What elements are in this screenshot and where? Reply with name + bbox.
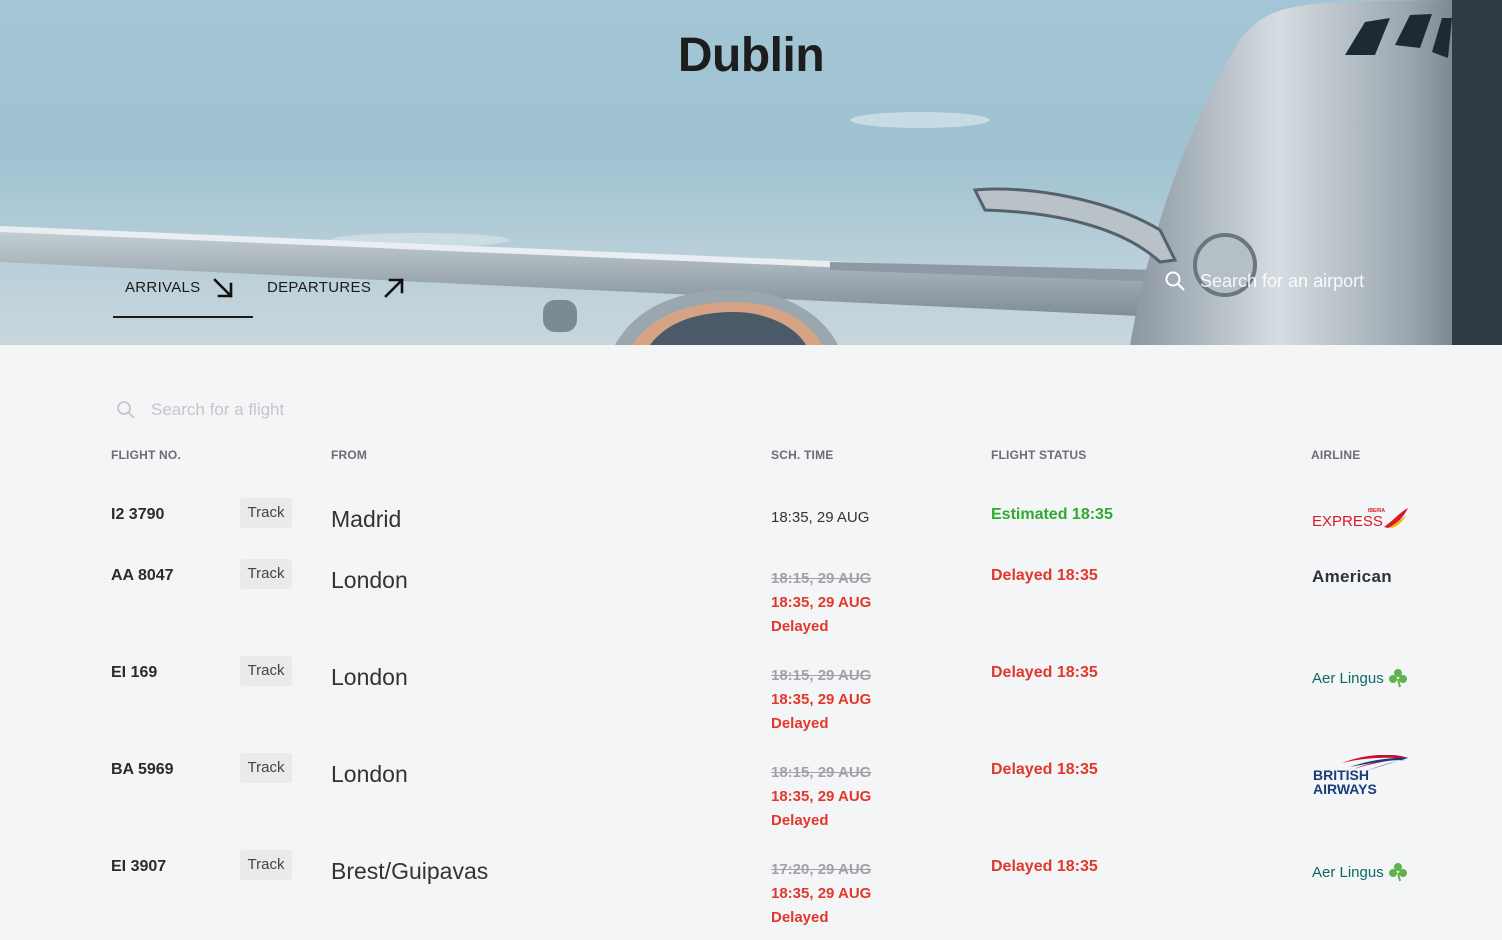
origin-city: Brest/Guipavas — [331, 858, 489, 884]
scheduled-time: 17:20, 29 AUG 18:35, 29 AUG Delayed — [771, 858, 871, 930]
airline-subname: AIRWAYS — [1313, 781, 1377, 797]
flight-search-input[interactable] — [151, 400, 491, 420]
aer-lingus-logo: Aer Lingus — [1312, 858, 1408, 886]
new-time: 18:35, 29 AUG — [771, 691, 872, 708]
new-time: 18:35, 29 AUG — [771, 788, 872, 805]
origin-city: London — [331, 761, 408, 787]
delay-note: Delayed — [771, 909, 829, 926]
airline-subname: IBERIA — [1368, 508, 1385, 514]
column-header-airline: AIRLINE — [1311, 448, 1361, 462]
scheduled-time: 18:15, 29 AUG 18:35, 29 AUG Delayed — [771, 664, 871, 736]
original-time: 17:20, 29 AUG — [771, 861, 872, 878]
tab-arrivals[interactable]: ARRIVALS — [113, 276, 253, 318]
hero-banner: Dublin ARRIVALS DEPARTURES — [0, 0, 1502, 345]
track-button[interactable]: Track — [240, 753, 292, 783]
flight-search[interactable] — [116, 396, 516, 424]
new-time: 18:35, 29 AUG — [771, 594, 872, 611]
flight-status: Delayed 18:35 — [991, 761, 1098, 778]
column-header-flight-status: FLIGHT STATUS — [991, 448, 1087, 462]
column-header-from: FROM — [331, 448, 368, 462]
search-icon — [1165, 271, 1185, 291]
shamrock-icon — [1388, 863, 1407, 882]
airport-search-input[interactable] — [1200, 270, 1440, 292]
flight-status: Delayed 18:35 — [991, 664, 1098, 681]
original-time: 18:15, 29 AUG — [771, 764, 872, 781]
column-header-sch-time: SCH. TIME — [771, 448, 834, 462]
track-button[interactable]: Track — [240, 656, 292, 686]
airline-name: Aer Lingus — [1312, 669, 1384, 687]
scheduled-time: 18:35, 29 AUG — [771, 506, 869, 530]
track-button[interactable]: Track — [240, 559, 292, 589]
arrow-down-right-icon — [213, 278, 234, 298]
american-logo: American — [1312, 567, 1392, 595]
airline-name: EXPRESS — [1312, 513, 1383, 530]
british-airways-logo: BRITISH AIRWAYS — [1312, 754, 1412, 797]
flight-number: EI 169 — [111, 664, 158, 681]
original-time: 18:15, 29 AUG — [771, 570, 872, 587]
flight-status: Estimated 18:35 — [991, 506, 1113, 523]
tab-departures[interactable]: DEPARTURES — [267, 276, 405, 318]
origin-city: Madrid — [331, 506, 402, 532]
iberia-express-logo: EXPRESS IBERIA — [1312, 506, 1412, 534]
delay-note: Delayed — [771, 812, 829, 829]
flight-number: I2 3790 — [111, 506, 165, 523]
new-time: 18:35, 29 AUG — [771, 885, 872, 902]
track-button[interactable]: Track — [240, 850, 292, 880]
arrow-up-right-icon — [384, 278, 404, 298]
scheduled-time: 18:15, 29 AUG 18:35, 29 AUG Delayed — [771, 761, 871, 833]
airport-search[interactable] — [1164, 268, 1464, 294]
tab-departures-label: DEPARTURES — [267, 279, 372, 296]
flight-number: AA 8047 — [111, 567, 174, 584]
airline-name: American — [1312, 567, 1392, 586]
tab-arrivals-label: ARRIVALS — [125, 279, 201, 296]
airline-name: Aer Lingus — [1312, 863, 1384, 881]
flight-status: Delayed 18:35 — [991, 858, 1098, 875]
flight-number: BA 5969 — [111, 761, 174, 778]
city-title: Dublin — [677, 29, 825, 82]
origin-city: London — [331, 567, 408, 593]
scheduled-time-value: 18:35, 29 AUG — [771, 509, 870, 526]
search-icon — [117, 401, 135, 419]
delay-note: Delayed — [771, 618, 829, 635]
origin-city: London — [331, 664, 408, 690]
scheduled-time: 18:15, 29 AUG 18:35, 29 AUG Delayed — [771, 567, 871, 639]
original-time: 18:15, 29 AUG — [771, 667, 872, 684]
delay-note: Delayed — [771, 715, 829, 732]
track-button[interactable]: Track — [240, 498, 292, 528]
column-header-flight-no: FLIGHT NO. — [111, 448, 181, 462]
aer-lingus-logo: Aer Lingus — [1312, 664, 1408, 692]
flight-number: EI 3907 — [111, 858, 167, 875]
flight-status: Delayed 18:35 — [991, 567, 1098, 584]
shamrock-icon — [1388, 669, 1407, 688]
